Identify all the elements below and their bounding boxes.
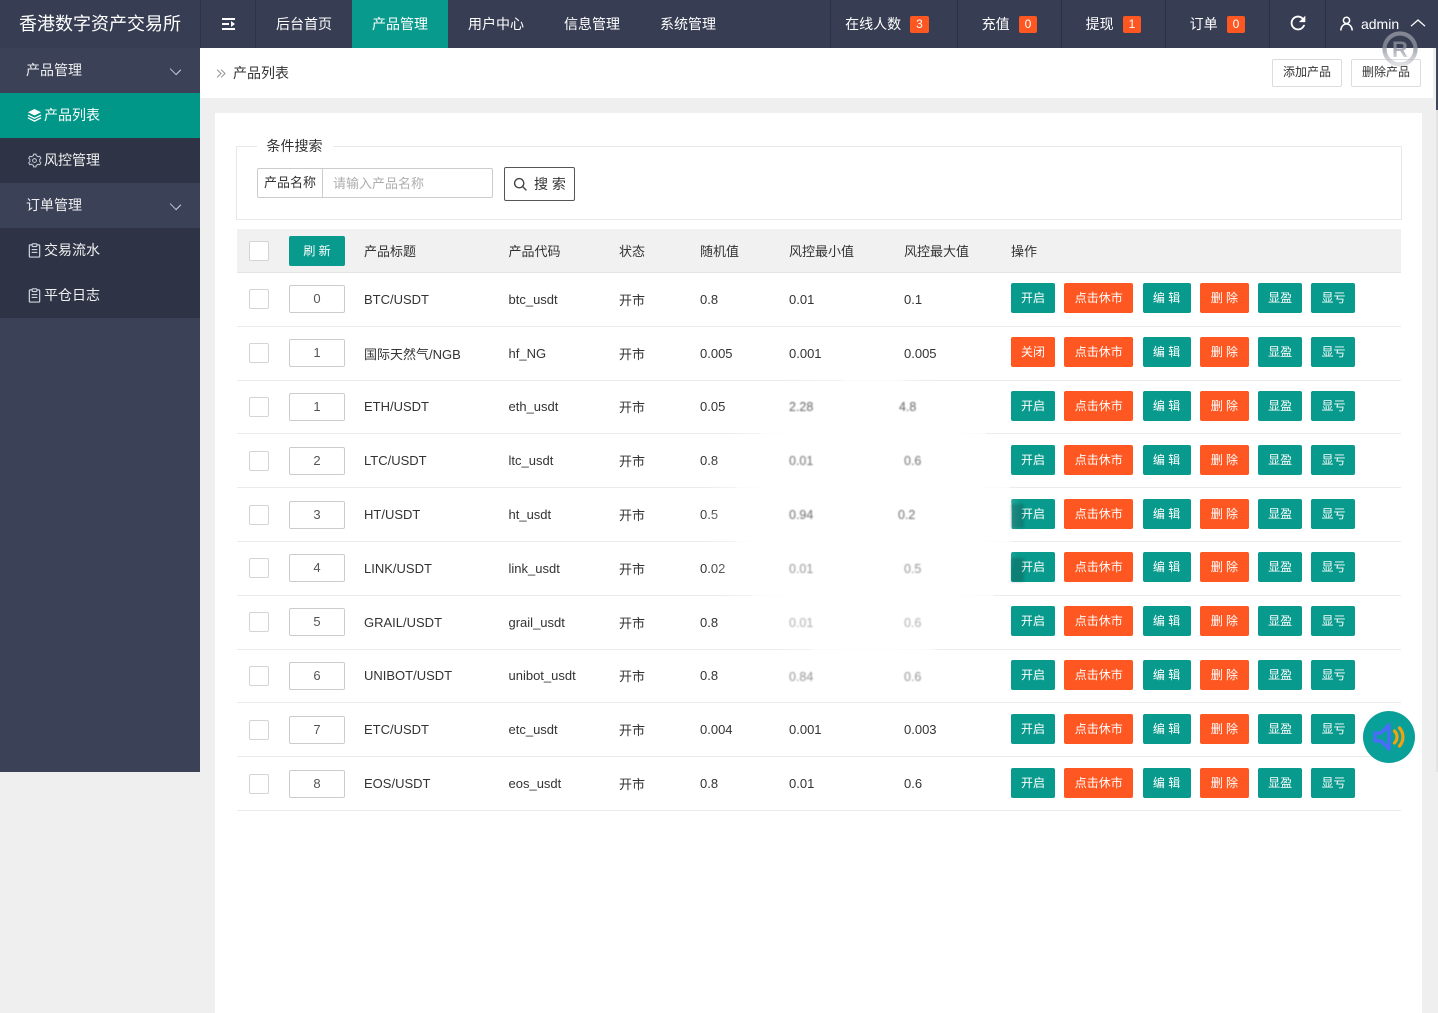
svg-text:R: R	[1392, 37, 1408, 62]
